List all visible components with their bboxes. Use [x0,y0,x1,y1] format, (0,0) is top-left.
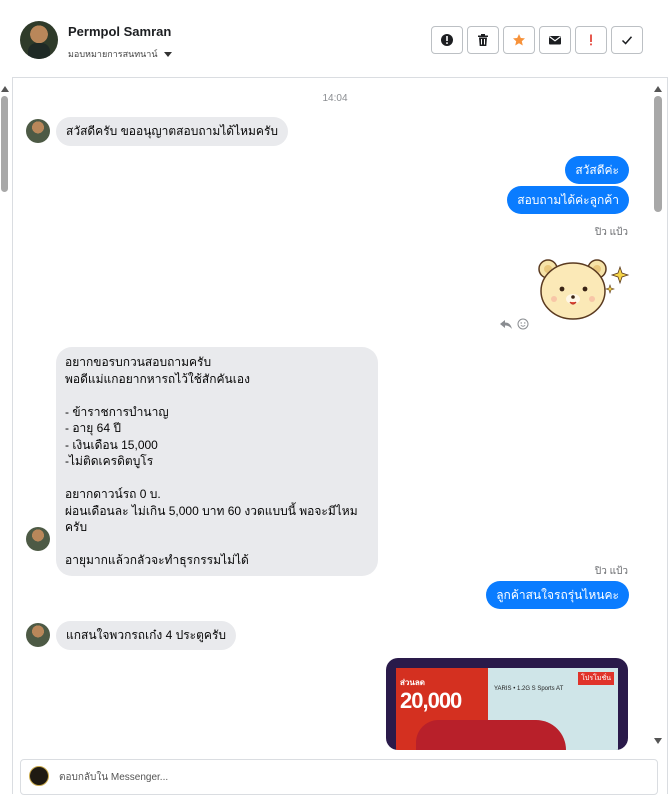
exclamation-icon [590,34,592,46]
customer-avatar[interactable] [26,623,50,647]
car-model-label: YARIS • 1.2G S Sports AT [494,686,564,692]
scroll-thumb[interactable] [1,96,8,192]
star-icon [513,34,525,46]
message-line: อยากขอรบกวนสอบถามครับ [65,355,212,369]
customer-avatar[interactable] [26,527,50,551]
reply-input[interactable] [59,768,619,786]
reply-composer [20,759,658,795]
message-line: -ไม่ติดเครดิตบูโร [65,454,154,468]
promo-tag: โปรโมชั่น [578,672,614,685]
assign-label: มอบหมายการสนทนาน์ [68,49,158,59]
message-line: - ข้าราชการบำนาญ [65,404,169,419]
outgoing-message[interactable]: สวัสดีค่ะ [565,156,629,184]
scroll-down-arrow-icon[interactable] [654,738,662,744]
message-line [65,536,369,553]
message-line [65,470,369,487]
page-avatar [29,766,49,786]
header-actions [431,26,643,54]
envelope-icon [549,36,561,45]
caret-down-icon [163,51,172,57]
contact-avatar[interactable] [20,21,58,59]
trash-icon [478,34,488,46]
message-line: อยากดาวน์รถ 0 บ. [65,487,161,501]
customer-avatar[interactable] [26,119,50,143]
message-timestamp: 14:04 [322,93,348,104]
scroll-up-arrow-icon[interactable] [654,86,662,92]
message-line: อายุมากแล้วกลัวจะทำธุรกรรมไม่ได้ [65,553,249,567]
sender-name: ปิว แป้ว [594,566,628,577]
messages-scrollbar[interactable] [652,86,664,748]
bear-sticker[interactable] [536,257,630,323]
alert-circle-icon [441,34,453,46]
outgoing-message[interactable]: ลูกค้าสนใจรถรุ่นไหนคะ [486,581,629,609]
message-line: พอดีแม่แกอยากหารถไว้ใช้สักคันเอง [65,371,250,386]
conversation-header: Permpol Samran มอบหมายการสนทนาน์ [12,4,668,78]
done-button[interactable] [611,26,643,54]
outgoing-image-message[interactable]: ส่วนลด 20,000 YARIS • 1.2G S Sports AT โ… [386,658,628,750]
reply-icon[interactable] [499,318,513,330]
delete-button[interactable] [467,26,499,54]
outgoing-message[interactable]: สอบถามได้ค่ะลูกค้า [507,186,629,214]
scroll-up-arrow-icon[interactable] [1,86,9,92]
contact-name[interactable]: Permpol Samran [68,24,171,39]
scroll-thumb[interactable] [654,96,662,212]
check-icon [621,36,633,45]
mark-unread-button[interactable] [539,26,571,54]
emoji-reaction-icon[interactable] [517,318,529,330]
message-line: - อายุ 64 ปี [65,421,121,435]
incoming-message[interactable]: แกสนใจพวกรถเก๋ง 4 ประตูครับ [56,621,237,650]
message-line: ผ่อนเดือนละ ไม่เกิน 5,000 บาท 60 งวดแบบน… [65,503,358,535]
spam-button[interactable] [575,26,607,54]
message-line [65,387,369,404]
report-button[interactable] [431,26,463,54]
message-line: - เงินเดือน 15,000 [65,437,158,452]
message-tools [499,318,529,330]
car-illustration [416,720,566,750]
promo-price: 20,000 [400,688,462,713]
car-promo-image: ส่วนลด 20,000 YARIS • 1.2G S Sports AT โ… [396,668,618,750]
incoming-message[interactable]: สวัสดีครับ ขออนุญาตสอบถามได้ไหมครับ [56,117,289,146]
sender-name: ปิว แป้ว [594,227,628,238]
star-button[interactable] [503,26,535,54]
assign-conversation-dropdown[interactable]: มอบหมายการสนทนาน์ [68,47,172,61]
incoming-message-long[interactable]: อยากขอรบกวนสอบถามครับ พอดีแม่แกอยากหารถไ… [56,347,378,576]
